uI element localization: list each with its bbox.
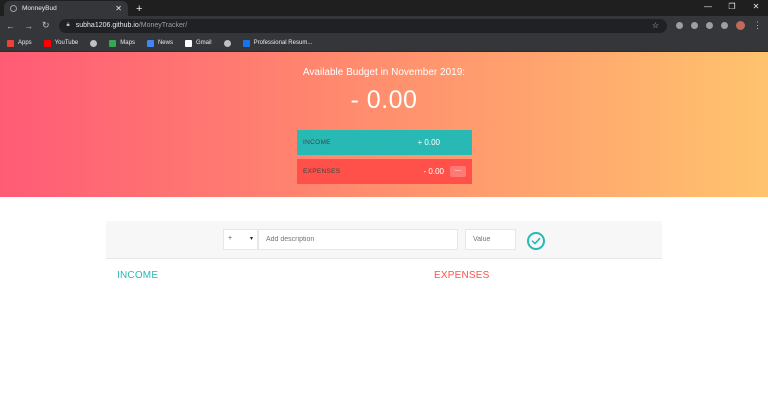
income-summary-value: + 0.00 — [417, 138, 440, 147]
expenses-summary-label: EXPENSES — [303, 168, 341, 175]
forward-arrow-icon[interactable]: → — [24, 21, 33, 31]
lock-icon[interactable]: 🔒︎ — [67, 22, 70, 29]
tab-title: MonneyBud — [22, 5, 57, 12]
back-arrow-icon[interactable]: ← — [6, 21, 15, 31]
bookmark-label: Professional Resum... — [253, 40, 313, 46]
bookmark-star-icon[interactable]: ☆ — [652, 21, 659, 30]
browser-tab-bar: MonneyBud ✕ + — ❐ ✕ — [0, 0, 768, 16]
maps-icon — [109, 39, 117, 47]
bookmark-label: Apps — [18, 40, 32, 46]
resume-icon — [242, 39, 250, 47]
bookmark-item[interactable]: Professional Resum... — [242, 39, 313, 47]
browser-tab[interactable]: MonneyBud ✕ — [4, 1, 128, 16]
budget-title: Available Budget in November 2019: — [302, 67, 466, 78]
url-host: subha1206.github.io — [75, 22, 139, 29]
news-icon — [146, 39, 154, 47]
apps-grid-icon — [7, 39, 14, 47]
close-window-button[interactable]: ✕ — [744, 0, 768, 16]
browser-toolbar: ← → ↻ 🔒︎ subha1206.github.io /MoneyTrack… — [0, 16, 768, 35]
extension-icon[interactable] — [691, 22, 698, 29]
bookmark-label: Maps — [120, 40, 135, 46]
bookmark-item[interactable]: Gmail — [184, 39, 212, 47]
value-input[interactable] — [465, 229, 516, 250]
globe-icon — [223, 39, 231, 47]
extension-icon[interactable] — [706, 22, 713, 29]
youtube-icon — [43, 39, 51, 47]
tab-close-icon[interactable]: ✕ — [115, 4, 122, 13]
profile-avatar[interactable] — [736, 21, 745, 30]
bookmark-item[interactable] — [90, 39, 98, 47]
bookmark-item[interactable]: YouTube — [43, 39, 79, 47]
bookmark-item[interactable]: Apps — [7, 39, 32, 47]
maximize-button[interactable]: ❐ — [720, 0, 744, 16]
bookmarks-bar: Apps YouTube Maps News Gmail Professional Res… — [0, 35, 768, 52]
window-controls: — ❐ ✕ — [696, 0, 768, 16]
bookmark-label: YouTube — [54, 40, 79, 46]
extension-icon[interactable] — [721, 22, 728, 29]
income-summary: INCOME + 0.00 — [297, 130, 472, 155]
minimize-button[interactable]: — — [696, 0, 720, 16]
gmail-icon — [184, 39, 192, 47]
income-summary-label: INCOME — [303, 139, 331, 146]
type-select-value: + — [228, 235, 233, 242]
description-input[interactable] — [258, 229, 458, 250]
reload-icon[interactable]: ↻ — [42, 20, 50, 31]
bookmark-label: Gmail — [195, 40, 212, 46]
url-path: /MoneyTracker/ — [138, 22, 188, 29]
type-select[interactable]: + ▾ — [223, 229, 258, 250]
budget-value: - 0.00 — [350, 86, 418, 114]
bookmark-item[interactable] — [223, 39, 231, 47]
extensions-area: ⋮ — [676, 20, 762, 31]
extension-icon[interactable] — [676, 22, 683, 29]
bookmark-item[interactable]: Maps — [109, 39, 135, 47]
budget-header: Available Budget in November 2019: - 0.0… — [0, 52, 768, 197]
tab-favicon-icon — [10, 5, 17, 12]
menu-kebab-icon[interactable]: ⋮ — [753, 20, 762, 31]
add-entry-button[interactable] — [527, 232, 545, 250]
bookmark-item[interactable]: News — [146, 39, 173, 47]
globe-icon — [90, 39, 98, 47]
checkmark-icon — [531, 237, 541, 245]
expenses-summary: EXPENSES - 0.00 --- — [297, 159, 472, 184]
expenses-summary-value: - 0.00 — [423, 167, 444, 176]
address-bar[interactable]: 🔒︎ subha1206.github.io /MoneyTracker/ ☆ — [58, 18, 667, 33]
chevron-down-icon: ▾ — [249, 236, 253, 242]
add-entry-bar: + ▾ — [106, 221, 662, 259]
new-tab-button[interactable]: + — [136, 3, 142, 15]
income-list-title: INCOME — [117, 270, 159, 281]
expenses-percentage-badge: --- — [450, 166, 466, 177]
expenses-list-title: EXPENSES — [434, 270, 490, 281]
bookmark-label: News — [157, 40, 173, 46]
